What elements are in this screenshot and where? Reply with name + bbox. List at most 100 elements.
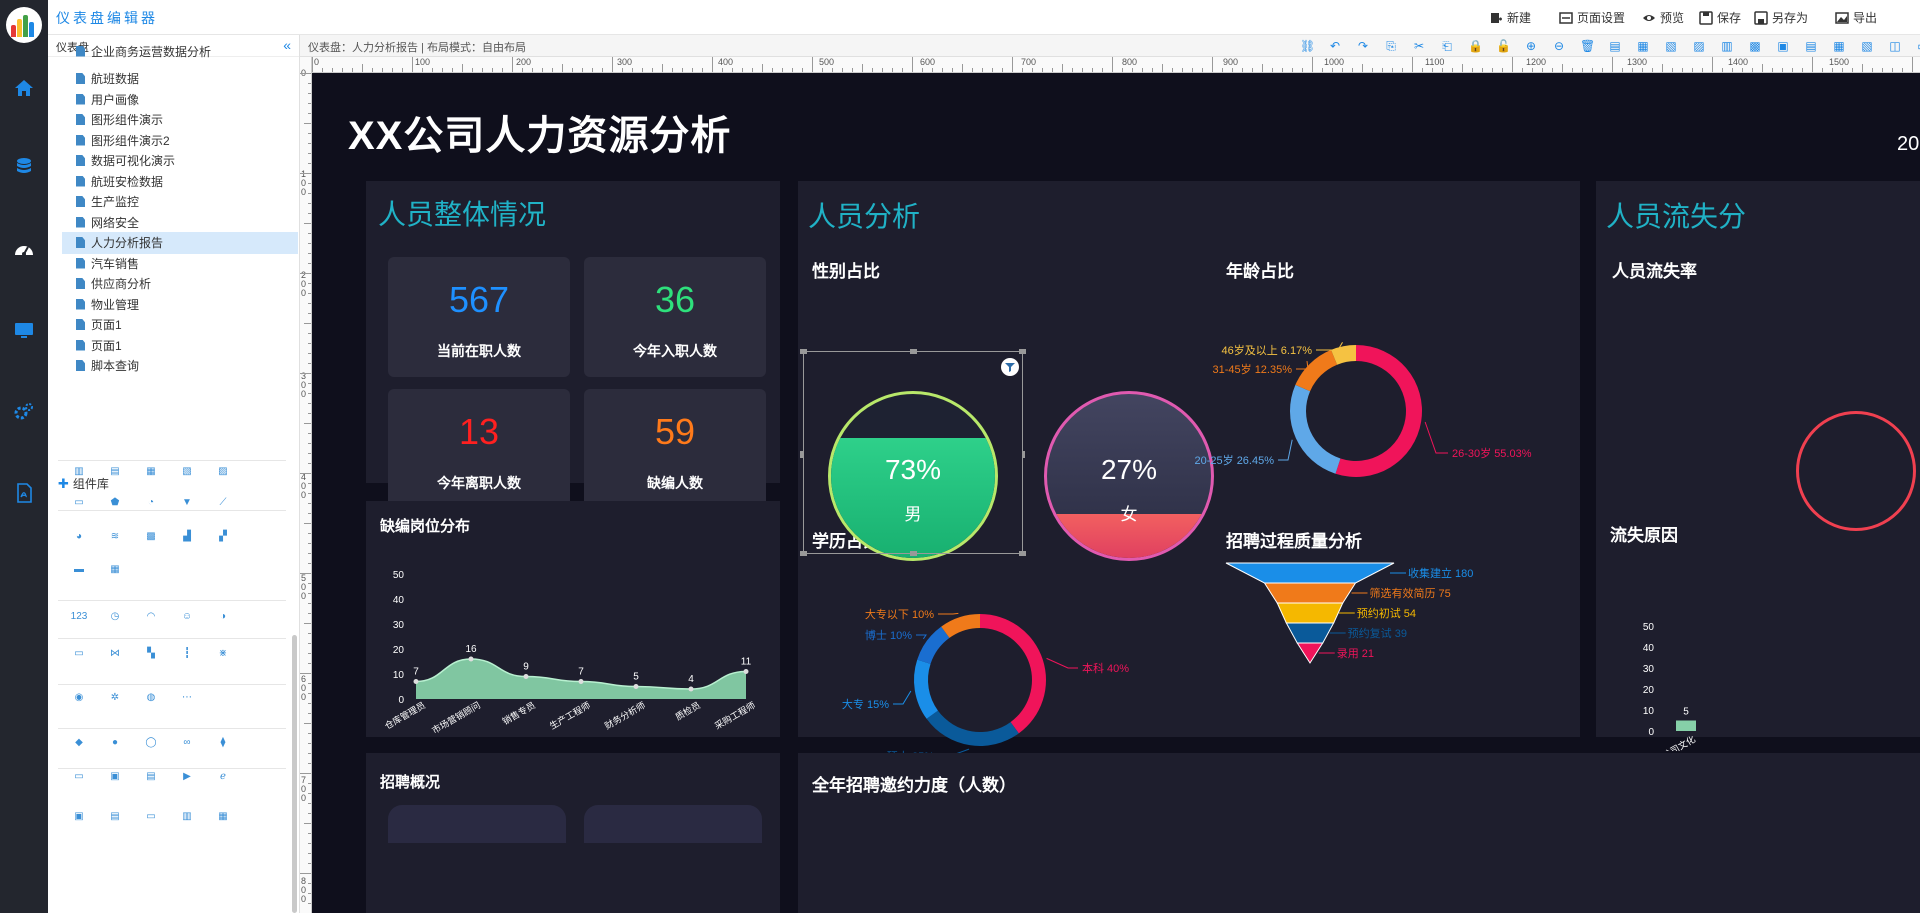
component-widget-icon[interactable]: ┇ (178, 646, 196, 662)
canvas-tool-icon[interactable]: ↷ (1356, 39, 1370, 53)
component-widget-icon[interactable]: ∞ (178, 735, 196, 751)
component-widget-icon[interactable]: ▟ (178, 529, 196, 545)
resize-handle-tl[interactable] (800, 349, 807, 354)
component-widget-icon[interactable]: ▨ (214, 464, 232, 480)
component-widget-icon[interactable]: ▣ (106, 769, 124, 785)
canvas-tool-icon[interactable]: ◫ (1888, 39, 1902, 53)
canvas-tool-icon[interactable]: ▤ (1804, 39, 1818, 53)
selected-widget-frame[interactable] (800, 349, 1026, 556)
component-widget-icon[interactable]: ▤ (106, 809, 124, 825)
canvas-tool-icon[interactable]: ▤ (1608, 39, 1622, 53)
export-button[interactable]: 导出 (1835, 9, 1877, 26)
component-widget-icon[interactable]: ▦ (106, 562, 124, 578)
settings-cogs-icon[interactable] (14, 402, 34, 422)
page-settings-button[interactable]: 页面设置 (1559, 9, 1625, 26)
component-widget-icon[interactable]: ⧫ (214, 735, 232, 751)
component-widget-icon[interactable]: ▥ (178, 809, 196, 825)
save-button[interactable]: 保存 (1699, 9, 1741, 26)
pdf-icon[interactable] (14, 483, 34, 503)
canvas-tool-icon[interactable]: ↶ (1328, 39, 1342, 53)
component-widget-icon[interactable]: ◔ (142, 495, 160, 511)
sidebar-item-5[interactable]: 数据可视化演示 (62, 150, 298, 172)
canvas-tool-icon[interactable]: ▣ (1776, 39, 1790, 53)
component-widget-icon[interactable]: ◑ (214, 609, 232, 625)
database-icon[interactable] (14, 157, 34, 177)
canvas-tool-icon[interactable]: ⎘ (1384, 39, 1398, 53)
monitor-icon[interactable] (14, 320, 34, 340)
sidebar-scrollbar[interactable] (292, 635, 297, 913)
sidebar-item-7[interactable]: 生产监控 (62, 191, 298, 213)
sidebar-item-0[interactable]: 企业商务运营数据分析 (62, 40, 298, 62)
sidebar-item-2[interactable]: 用户画像 (62, 88, 298, 110)
component-widget-icon[interactable]: ▤ (106, 464, 124, 480)
preview-button[interactable]: 预览 (1642, 9, 1684, 26)
resize-handle-r[interactable] (1022, 451, 1025, 458)
component-widget-icon[interactable]: ▣ (70, 809, 88, 825)
component-widget-icon[interactable]: ▦ (214, 809, 232, 825)
sidebar-item-1[interactable]: 航班数据 (62, 68, 298, 90)
save-as-button[interactable]: 另存为 (1754, 9, 1808, 26)
component-widget-icon[interactable]: 123 (70, 609, 88, 625)
component-widget-icon[interactable]: ⬟ (106, 495, 124, 511)
resize-handle-t[interactable] (910, 349, 917, 354)
component-widget-icon[interactable]: ◆ (70, 735, 88, 751)
component-widget-icon[interactable]: ◠ (142, 609, 160, 625)
canvas-tool-icon[interactable]: ⊕ (1524, 39, 1538, 53)
canvas-tool-icon[interactable]: ▦ (1636, 39, 1650, 53)
component-widget-icon[interactable]: ▧ (178, 464, 196, 480)
component-widget-icon[interactable]: ▤ (142, 769, 160, 785)
canvas-tool-icon[interactable]: ▦ (1832, 39, 1846, 53)
component-widget-icon[interactable]: ☺ (178, 609, 196, 625)
component-widget-icon[interactable]: ▭ (70, 495, 88, 511)
component-widget-icon[interactable]: ◍ (142, 690, 160, 706)
component-widget-icon[interactable]: ⋇ (214, 646, 232, 662)
filter-icon[interactable] (1001, 358, 1019, 376)
component-widget-icon[interactable]: ▥ (70, 464, 88, 480)
canvas-tool-icon[interactable]: ▭ (1916, 39, 1920, 53)
sidebar-item-11[interactable]: 供应商分析 (62, 273, 298, 295)
sidebar-item-13[interactable]: 页面1 (62, 314, 298, 336)
canvas-tool-icon[interactable]: 🔓 (1496, 39, 1511, 53)
canvas-tool-icon[interactable]: ⎗ (1440, 39, 1454, 53)
component-widget-icon[interactable]: ▦ (142, 464, 160, 480)
canvas-tool-icon[interactable]: ⛓ (1300, 39, 1315, 53)
component-widget-icon[interactable]: ▩ (142, 529, 160, 545)
canvas-tool-icon[interactable]: ▧ (1860, 39, 1874, 53)
canvas-tool-icon[interactable]: ▨ (1692, 39, 1706, 53)
component-widget-icon[interactable]: ℯ (214, 769, 232, 785)
sidebar-item-12[interactable]: 物业管理 (62, 293, 298, 315)
component-widget-icon[interactable]: ≋ (106, 529, 124, 545)
component-widget-icon[interactable]: ▞ (214, 529, 232, 545)
canvas-tool-icon[interactable]: ⊖ (1552, 39, 1566, 53)
component-widget-icon[interactable]: ⋯ (178, 690, 196, 706)
component-widget-icon[interactable]: ◯ (142, 735, 160, 751)
resize-handle-tr[interactable] (1019, 349, 1026, 354)
component-widget-icon[interactable]: ▬ (70, 562, 88, 578)
component-widget-icon[interactable]: ● (106, 735, 124, 751)
component-widget-icon[interactable]: ⋈ (106, 646, 124, 662)
canvas-tool-icon[interactable]: ✂ (1412, 39, 1426, 53)
component-widget-icon[interactable]: ✲ (106, 690, 124, 706)
home-icon[interactable] (14, 78, 34, 98)
component-widget-icon[interactable]: ▭ (70, 646, 88, 662)
sidebar-item-4[interactable]: 图形组件演示2 (62, 129, 298, 151)
canvas-tool-icon[interactable]: ▧ (1664, 39, 1678, 53)
sidebar-item-3[interactable]: 图形组件演示 (62, 109, 298, 131)
sidebar-item-14[interactable]: 页面1 (62, 334, 298, 356)
resize-handle-l[interactable] (800, 451, 803, 458)
component-widget-icon[interactable]: ▚ (142, 646, 160, 662)
new-button[interactable]: 新建 (1489, 9, 1531, 26)
canvas-tool-icon[interactable]: ▥ (1720, 39, 1734, 53)
sidebar-item-10[interactable]: 汽车销售 (62, 252, 298, 274)
component-widget-icon[interactable]: ◕ (70, 529, 88, 545)
canvas-tool-icon[interactable]: 🗑 (1580, 39, 1595, 53)
dashboard-gauge-icon[interactable] (14, 240, 34, 260)
component-widget-icon[interactable]: ◉ (70, 690, 88, 706)
component-widget-icon[interactable]: ⟋ (214, 495, 232, 511)
sidebar-item-6[interactable]: 航班安检数据 (62, 170, 298, 192)
component-widget-icon[interactable]: ▭ (142, 809, 160, 825)
sidebar-item-8[interactable]: 网络安全 (62, 211, 298, 233)
component-widget-icon[interactable]: ▼ (178, 495, 196, 511)
component-widget-icon[interactable]: ◷ (106, 609, 124, 625)
sidebar-item-15[interactable]: 脚本查询 (62, 355, 298, 377)
